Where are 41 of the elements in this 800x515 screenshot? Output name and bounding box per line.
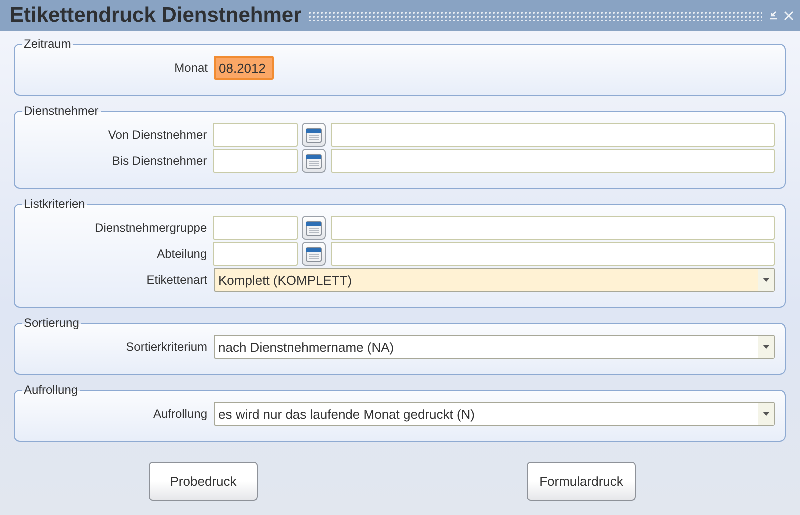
calendar-icon bbox=[306, 220, 322, 236]
window-title: Etikettendruck Dienstnehmer bbox=[10, 4, 302, 28]
name-field[interactable] bbox=[331, 149, 775, 173]
code-field[interactable] bbox=[213, 242, 298, 266]
dropdown[interactable]: es wird nur das laufende Monat gedruckt (N) bbox=[214, 402, 775, 426]
lookup-button[interactable] bbox=[302, 149, 326, 173]
field-label: Sortierkriterium bbox=[125, 340, 208, 354]
dropdown-arrow-icon bbox=[762, 412, 770, 416]
calendar-icon bbox=[306, 246, 322, 262]
minimize-icon[interactable] bbox=[768, 10, 778, 20]
field-label: Etikettenart bbox=[146, 273, 208, 287]
group-legend: Zeitraum bbox=[22, 37, 74, 51]
dropdown[interactable]: nach Dienstnehmername (NA) bbox=[214, 335, 775, 359]
group-legend: Aufrollung bbox=[22, 383, 80, 397]
calendar-icon bbox=[306, 128, 322, 142]
close-icon[interactable] bbox=[784, 10, 794, 20]
month-field[interactable]: 08.2012 bbox=[214, 56, 274, 80]
dropdown[interactable]: Komplett (KOMPLETT) bbox=[214, 268, 775, 292]
field-label: Von Dienstnehmer bbox=[107, 128, 208, 142]
code-field[interactable] bbox=[213, 123, 298, 147]
name-field[interactable] bbox=[331, 123, 775, 147]
dropdown-arrow-icon bbox=[762, 278, 770, 282]
name-field[interactable] bbox=[331, 242, 775, 266]
lookup-button[interactable] bbox=[302, 216, 326, 240]
field-label: Abteilung bbox=[156, 247, 208, 261]
group-legend: Listkriterien bbox=[22, 197, 88, 211]
dropdown-arrow-icon bbox=[762, 345, 770, 349]
lookup-button[interactable] bbox=[302, 123, 326, 147]
code-field[interactable] bbox=[213, 149, 298, 173]
action-button[interactable]: Probedruck bbox=[149, 462, 258, 501]
field-label: Monat bbox=[174, 61, 209, 75]
field-label: Dienstnehmergruppe bbox=[94, 221, 208, 235]
lookup-button[interactable] bbox=[302, 242, 326, 266]
group-legend: Sortierung bbox=[22, 316, 82, 330]
calendar-icon bbox=[306, 154, 322, 168]
group-legend: Dienstnehmer bbox=[22, 104, 101, 118]
field-label: Aufrollung bbox=[152, 407, 208, 421]
name-field[interactable] bbox=[331, 216, 775, 240]
field-label: Bis Dienstnehmer bbox=[111, 154, 208, 168]
action-button[interactable]: Formulardruck bbox=[527, 462, 636, 501]
code-field[interactable] bbox=[213, 216, 298, 240]
